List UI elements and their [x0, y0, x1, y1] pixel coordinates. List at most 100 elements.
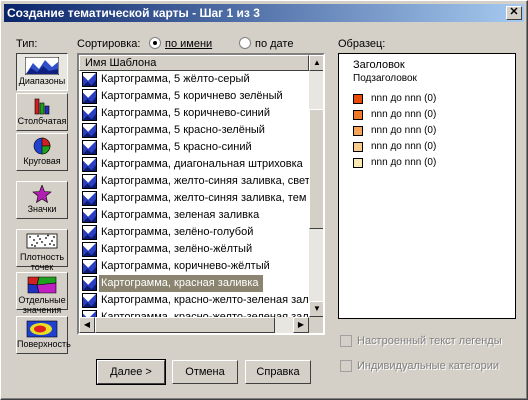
- legend-range-label: nnn до nnn (0): [371, 141, 437, 152]
- sample-preview: Заголовок Подзаголовок nnn до nnn (0) nnn…: [338, 53, 516, 319]
- template-map-icon: [82, 242, 97, 257]
- list-item[interactable]: Картограмма, красно-желто-зеленая зал: [79, 292, 309, 309]
- type-button-label: Поверхность: [17, 339, 71, 349]
- template-list[interactable]: Имя Шаблона Картограмма, 5 жёлто-серый Ка…: [77, 53, 325, 335]
- list-item[interactable]: Картограмма, 5 коричнево зелёный: [79, 88, 309, 105]
- close-icon: ✕: [509, 6, 519, 18]
- dialog-window: Создание тематической карты - Шаг 1 из 3…: [0, 0, 528, 400]
- close-button[interactable]: ✕: [506, 6, 522, 20]
- list-item-label: Картограмма, зелёно-жёлтый: [101, 243, 253, 255]
- template-map-icon: [82, 225, 97, 240]
- sample-label: Образец:: [338, 38, 386, 50]
- legend-range-label: nnn до nnn (0): [371, 109, 437, 120]
- list-item[interactable]: Картограмма, диагональная штриховка: [79, 156, 309, 173]
- scroll-up-button[interactable]: ▲: [309, 55, 323, 71]
- vertical-scrollbar[interactable]: ▲ ▼: [309, 55, 323, 317]
- custom-legend-checkbox[interactable]: [340, 335, 352, 347]
- list-item[interactable]: Картограмма, зеленая заливка: [79, 207, 309, 224]
- list-item[interactable]: Картограмма, желто-синяя заливка, свет: [79, 173, 309, 190]
- type-button-surface[interactable]: Поверхность: [16, 316, 71, 354]
- template-map-icon: [82, 293, 97, 308]
- template-map-icon: [82, 89, 97, 104]
- list-item[interactable]: Картограмма, 5 жёлто-серый: [79, 71, 309, 88]
- scroll-corner: [309, 317, 323, 333]
- list-item-label: Картограмма, 5 жёлто-серый: [101, 73, 250, 85]
- list-item-label: Картограмма, желто-синяя заливка, тем: [101, 192, 307, 204]
- type-button-label: Диапазоны: [18, 76, 66, 86]
- type-button-dot-density[interactable]: Плотность точек: [16, 229, 68, 272]
- sort-by-name-label[interactable]: по имени: [165, 38, 212, 50]
- template-map-icon: [82, 208, 97, 223]
- type-button-label: Значки: [27, 204, 57, 214]
- ranges-map-icon: [25, 57, 59, 75]
- cancel-button[interactable]: Отмена: [172, 360, 238, 384]
- list-item[interactable]: Картограмма, желто-синяя заливка, тем: [79, 190, 309, 207]
- bar-chart-icon: [34, 98, 50, 115]
- legend-swatch: [353, 110, 363, 120]
- list-item-label: Картограмма, 5 коричнево зелёный: [101, 90, 283, 102]
- template-map-icon: [82, 259, 97, 274]
- list-item[interactable]: Картограмма, зелёно-жёлтый: [79, 241, 309, 258]
- type-button-bar[interactable]: Столбчатая: [16, 93, 68, 131]
- arrow-down-icon: ▼: [313, 304, 321, 313]
- window-title: Создание тематической карты - Шаг 1 из 3: [7, 6, 260, 20]
- type-button-label: Отдельные значения: [18, 295, 66, 315]
- list-item-label: Картограмма, 5 красно-зелёный: [101, 124, 265, 136]
- list-item[interactable]: Картограмма, 5 красно-зелёный: [79, 122, 309, 139]
- type-button-label: Круговая: [23, 156, 61, 166]
- horizontal-scrollbar[interactable]: ◀ ▶: [79, 317, 309, 333]
- vertical-scroll-thumb[interactable]: [309, 109, 323, 229]
- type-button-ranges[interactable]: Диапазоны: [16, 53, 68, 91]
- arrow-right-icon: ▶: [297, 320, 305, 329]
- sample-subheading: Подзаголовок: [353, 73, 417, 84]
- individual-values-icon: [27, 276, 57, 294]
- scroll-left-button[interactable]: ◀: [79, 317, 95, 333]
- sort-by-date-label[interactable]: по дате: [255, 38, 293, 50]
- next-button[interactable]: Далее >: [96, 359, 166, 385]
- list-item[interactable]: Картограмма, 5 красно-синий: [79, 139, 309, 156]
- title-bar: Создание тематической карты - Шаг 1 из 3…: [4, 4, 524, 22]
- sample-heading: Заголовок: [353, 59, 405, 71]
- template-map-icon: [82, 106, 97, 121]
- type-button-label: Столбчатая: [17, 116, 67, 126]
- type-label: Тип:: [16, 38, 38, 50]
- list-item-label: Картограмма, 5 красно-синий: [101, 141, 252, 153]
- list-item[interactable]: Картограмма, зелёно-голубой: [79, 224, 309, 241]
- list-item-label: Картограмма, диагональная штриховка: [101, 158, 303, 170]
- legend-range-label: nnn до nnn (0): [371, 125, 437, 136]
- help-button[interactable]: Справка: [245, 360, 311, 384]
- template-map-icon: [82, 123, 97, 138]
- list-item-label: Картограмма, красная заливка: [99, 275, 263, 292]
- list-item-label: Картограмма, желто-синяя заливка, свет: [101, 175, 309, 187]
- list-item[interactable]: Картограмма, красная заливка: [79, 275, 309, 292]
- scroll-down-button[interactable]: ▼: [309, 301, 323, 317]
- list-item[interactable]: Картограмма, 5 коричнево-синий: [79, 105, 309, 122]
- list-item-label: Картограмма, зелёно-голубой: [101, 226, 254, 238]
- scroll-right-button[interactable]: ▶: [293, 317, 309, 333]
- arrow-up-icon: ▲: [313, 58, 321, 67]
- legend-swatch: [353, 126, 363, 136]
- legend-range-label: nnn до nnn (0): [371, 157, 437, 168]
- legend-swatch: [353, 94, 363, 104]
- template-map-icon: [82, 276, 97, 291]
- template-map-icon: [82, 191, 97, 206]
- template-map-icon: [82, 174, 97, 189]
- legend-range-label: nnn до nnn (0): [371, 93, 437, 104]
- legend-swatch: [353, 142, 363, 152]
- star-symbol-icon: [32, 185, 52, 203]
- individual-categories-checkbox[interactable]: [340, 360, 352, 372]
- legend-swatch: [353, 158, 363, 168]
- horizontal-scroll-thumb[interactable]: [95, 317, 275, 333]
- template-map-icon: [82, 140, 97, 155]
- type-button-pie[interactable]: Круговая: [16, 133, 68, 171]
- sort-by-date-radio[interactable]: [239, 37, 251, 49]
- list-item[interactable]: Картограмма, коричнево-жёлтый: [79, 258, 309, 275]
- list-item-label: Картограмма, зеленая заливка: [101, 209, 260, 221]
- type-button-individual[interactable]: Отдельные значения: [16, 272, 68, 315]
- arrow-left-icon: ◀: [83, 320, 91, 329]
- list-column-header[interactable]: Имя Шаблона: [79, 55, 309, 71]
- type-button-symbols[interactable]: Значки: [16, 181, 68, 219]
- sort-by-name-radio[interactable]: [149, 37, 161, 49]
- surface-grid-icon: [26, 320, 58, 338]
- list-item-label: Картограмма, 5 коричнево-синий: [101, 107, 270, 119]
